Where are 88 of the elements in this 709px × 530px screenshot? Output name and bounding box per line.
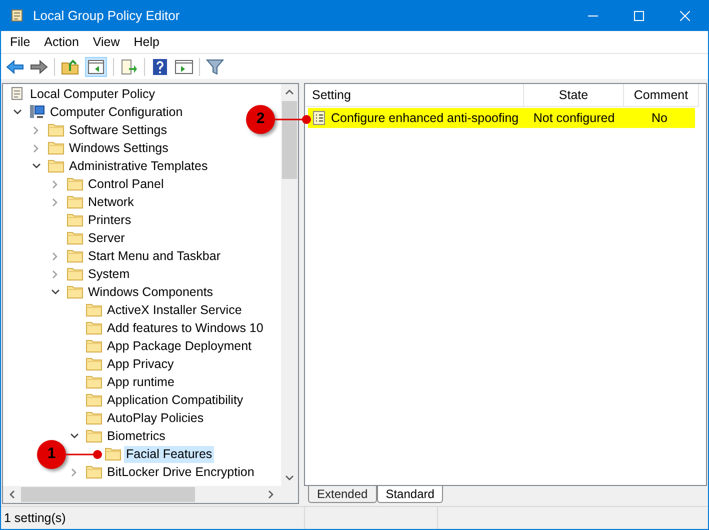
- tree-item[interactable]: Biometrics: [105, 428, 168, 444]
- tree-item[interactable]: Administrative Templates: [67, 158, 210, 174]
- scroll-icon: [9, 86, 25, 102]
- expand-chevron-icon[interactable]: [52, 270, 58, 278]
- folder-icon: [67, 195, 83, 209]
- horizontal-scrollbar[interactable]: [3, 486, 298, 503]
- expand-chevron-icon[interactable]: [52, 198, 58, 206]
- tree-item[interactable]: BitLocker Drive Encryption: [105, 464, 256, 480]
- folder-icon: [86, 321, 102, 335]
- export-list-icon[interactable]: [120, 58, 138, 74]
- folder-icon: [67, 177, 83, 191]
- close-icon: [680, 11, 690, 21]
- tree-item[interactable]: Facial Features: [124, 446, 214, 462]
- vertical-scrollbar[interactable]: [281, 84, 298, 486]
- folder-up-icon[interactable]: [61, 58, 79, 74]
- folder-icon: [86, 393, 102, 407]
- folder-icon: [48, 141, 64, 155]
- view-tab[interactable]: Extended: [308, 486, 377, 503]
- state-value: Not configured: [532, 110, 616, 127]
- menu-item[interactable]: View: [86, 32, 127, 52]
- comment-value: No: [650, 110, 668, 127]
- expand-chevron-icon[interactable]: [71, 468, 77, 476]
- window-pane-icon[interactable]: [175, 58, 193, 74]
- tree-item[interactable]: Software Settings: [67, 122, 169, 138]
- tree-item[interactable]: Application Compatibility: [105, 392, 246, 408]
- computer-icon: [29, 104, 45, 120]
- collapse-chevron-icon[interactable]: [32, 163, 40, 169]
- tree-item[interactable]: Start Menu and Taskbar: [86, 248, 222, 264]
- collapse-chevron-icon[interactable]: [50, 289, 60, 295]
- tree-item[interactable]: Network: [86, 194, 136, 210]
- column-header[interactable]: Comment: [624, 84, 699, 106]
- scrollbar-thumb[interactable]: [282, 101, 297, 179]
- tree-item[interactable]: App Package Deployment: [105, 338, 254, 354]
- tree-item[interactable]: Printers: [86, 212, 134, 228]
- collapse-chevron-icon[interactable]: [12, 109, 22, 115]
- show-hide-tree-button[interactable]: [85, 56, 107, 76]
- folder-icon: [67, 285, 83, 299]
- folder-icon: [86, 375, 102, 389]
- scrollbar-thumb[interactable]: [21, 487, 195, 502]
- app-icon: [9, 8, 25, 24]
- folder-icon: [86, 429, 102, 443]
- expand-chevron-icon[interactable]: [33, 144, 39, 152]
- tree-item[interactable]: Add features to Windows 10: [105, 320, 266, 336]
- tree-item[interactable]: App runtime: [105, 374, 176, 390]
- folder-icon: [48, 123, 64, 137]
- back-arrow-icon[interactable]: [6, 58, 24, 74]
- view-tab[interactable]: Standard: [376, 486, 444, 503]
- window-title: Local Group Policy Editor: [33, 7, 180, 26]
- policy-setting-icon: [312, 111, 326, 125]
- folder-icon: [67, 213, 83, 227]
- tree-item[interactable]: System: [86, 266, 132, 282]
- folder-icon: [67, 249, 83, 263]
- maximize-icon: [634, 11, 644, 21]
- folder-icon: [86, 411, 102, 425]
- expand-chevron-icon[interactable]: [52, 252, 58, 260]
- expand-chevron-icon[interactable]: [33, 126, 39, 134]
- collapse-chevron-icon[interactable]: [70, 433, 78, 439]
- policy-row[interactable]: Configure enhanced anti-spoofing Not configured No: [308, 108, 695, 128]
- status-text: 1 setting(s): [4, 510, 67, 527]
- menu-item[interactable]: Help: [126, 32, 166, 52]
- tree-item[interactable]: ActiveX Installer Service: [105, 302, 244, 318]
- setting-name: Configure enhanced anti-spoofing: [331, 110, 519, 127]
- folder-icon: [86, 465, 102, 479]
- menu-item[interactable]: File: [3, 32, 38, 52]
- tree-item[interactable]: Control Panel: [86, 176, 166, 192]
- menu-item[interactable]: Action: [37, 32, 86, 52]
- tree-item[interactable]: Computer Configuration: [48, 104, 185, 120]
- folder-icon: [86, 339, 102, 353]
- tree-item[interactable]: AutoPlay Policies: [105, 410, 206, 426]
- folder-icon: [67, 267, 83, 281]
- filter-icon[interactable]: [206, 58, 224, 76]
- expand-chevron-icon[interactable]: [52, 180, 58, 188]
- help-icon[interactable]: [151, 58, 169, 76]
- folder-icon: [105, 447, 121, 461]
- column-header[interactable]: State: [524, 84, 624, 106]
- leader-line: [275, 115, 311, 124]
- tree-item[interactable]: Server: [86, 230, 127, 246]
- column-header[interactable]: Setting: [306, 84, 524, 106]
- tree-item[interactable]: Windows Components: [86, 284, 216, 300]
- folder-icon: [67, 231, 83, 245]
- tree-item[interactable]: Local Computer Policy: [28, 86, 158, 102]
- tree-item[interactable]: Windows Settings: [67, 140, 170, 156]
- folder-icon: [86, 357, 102, 371]
- leader-line: [66, 450, 102, 459]
- tree-item[interactable]: App Privacy: [105, 356, 176, 372]
- folder-icon: [86, 303, 102, 317]
- folder-icon: [48, 159, 64, 173]
- forward-arrow-icon[interactable]: [30, 58, 48, 74]
